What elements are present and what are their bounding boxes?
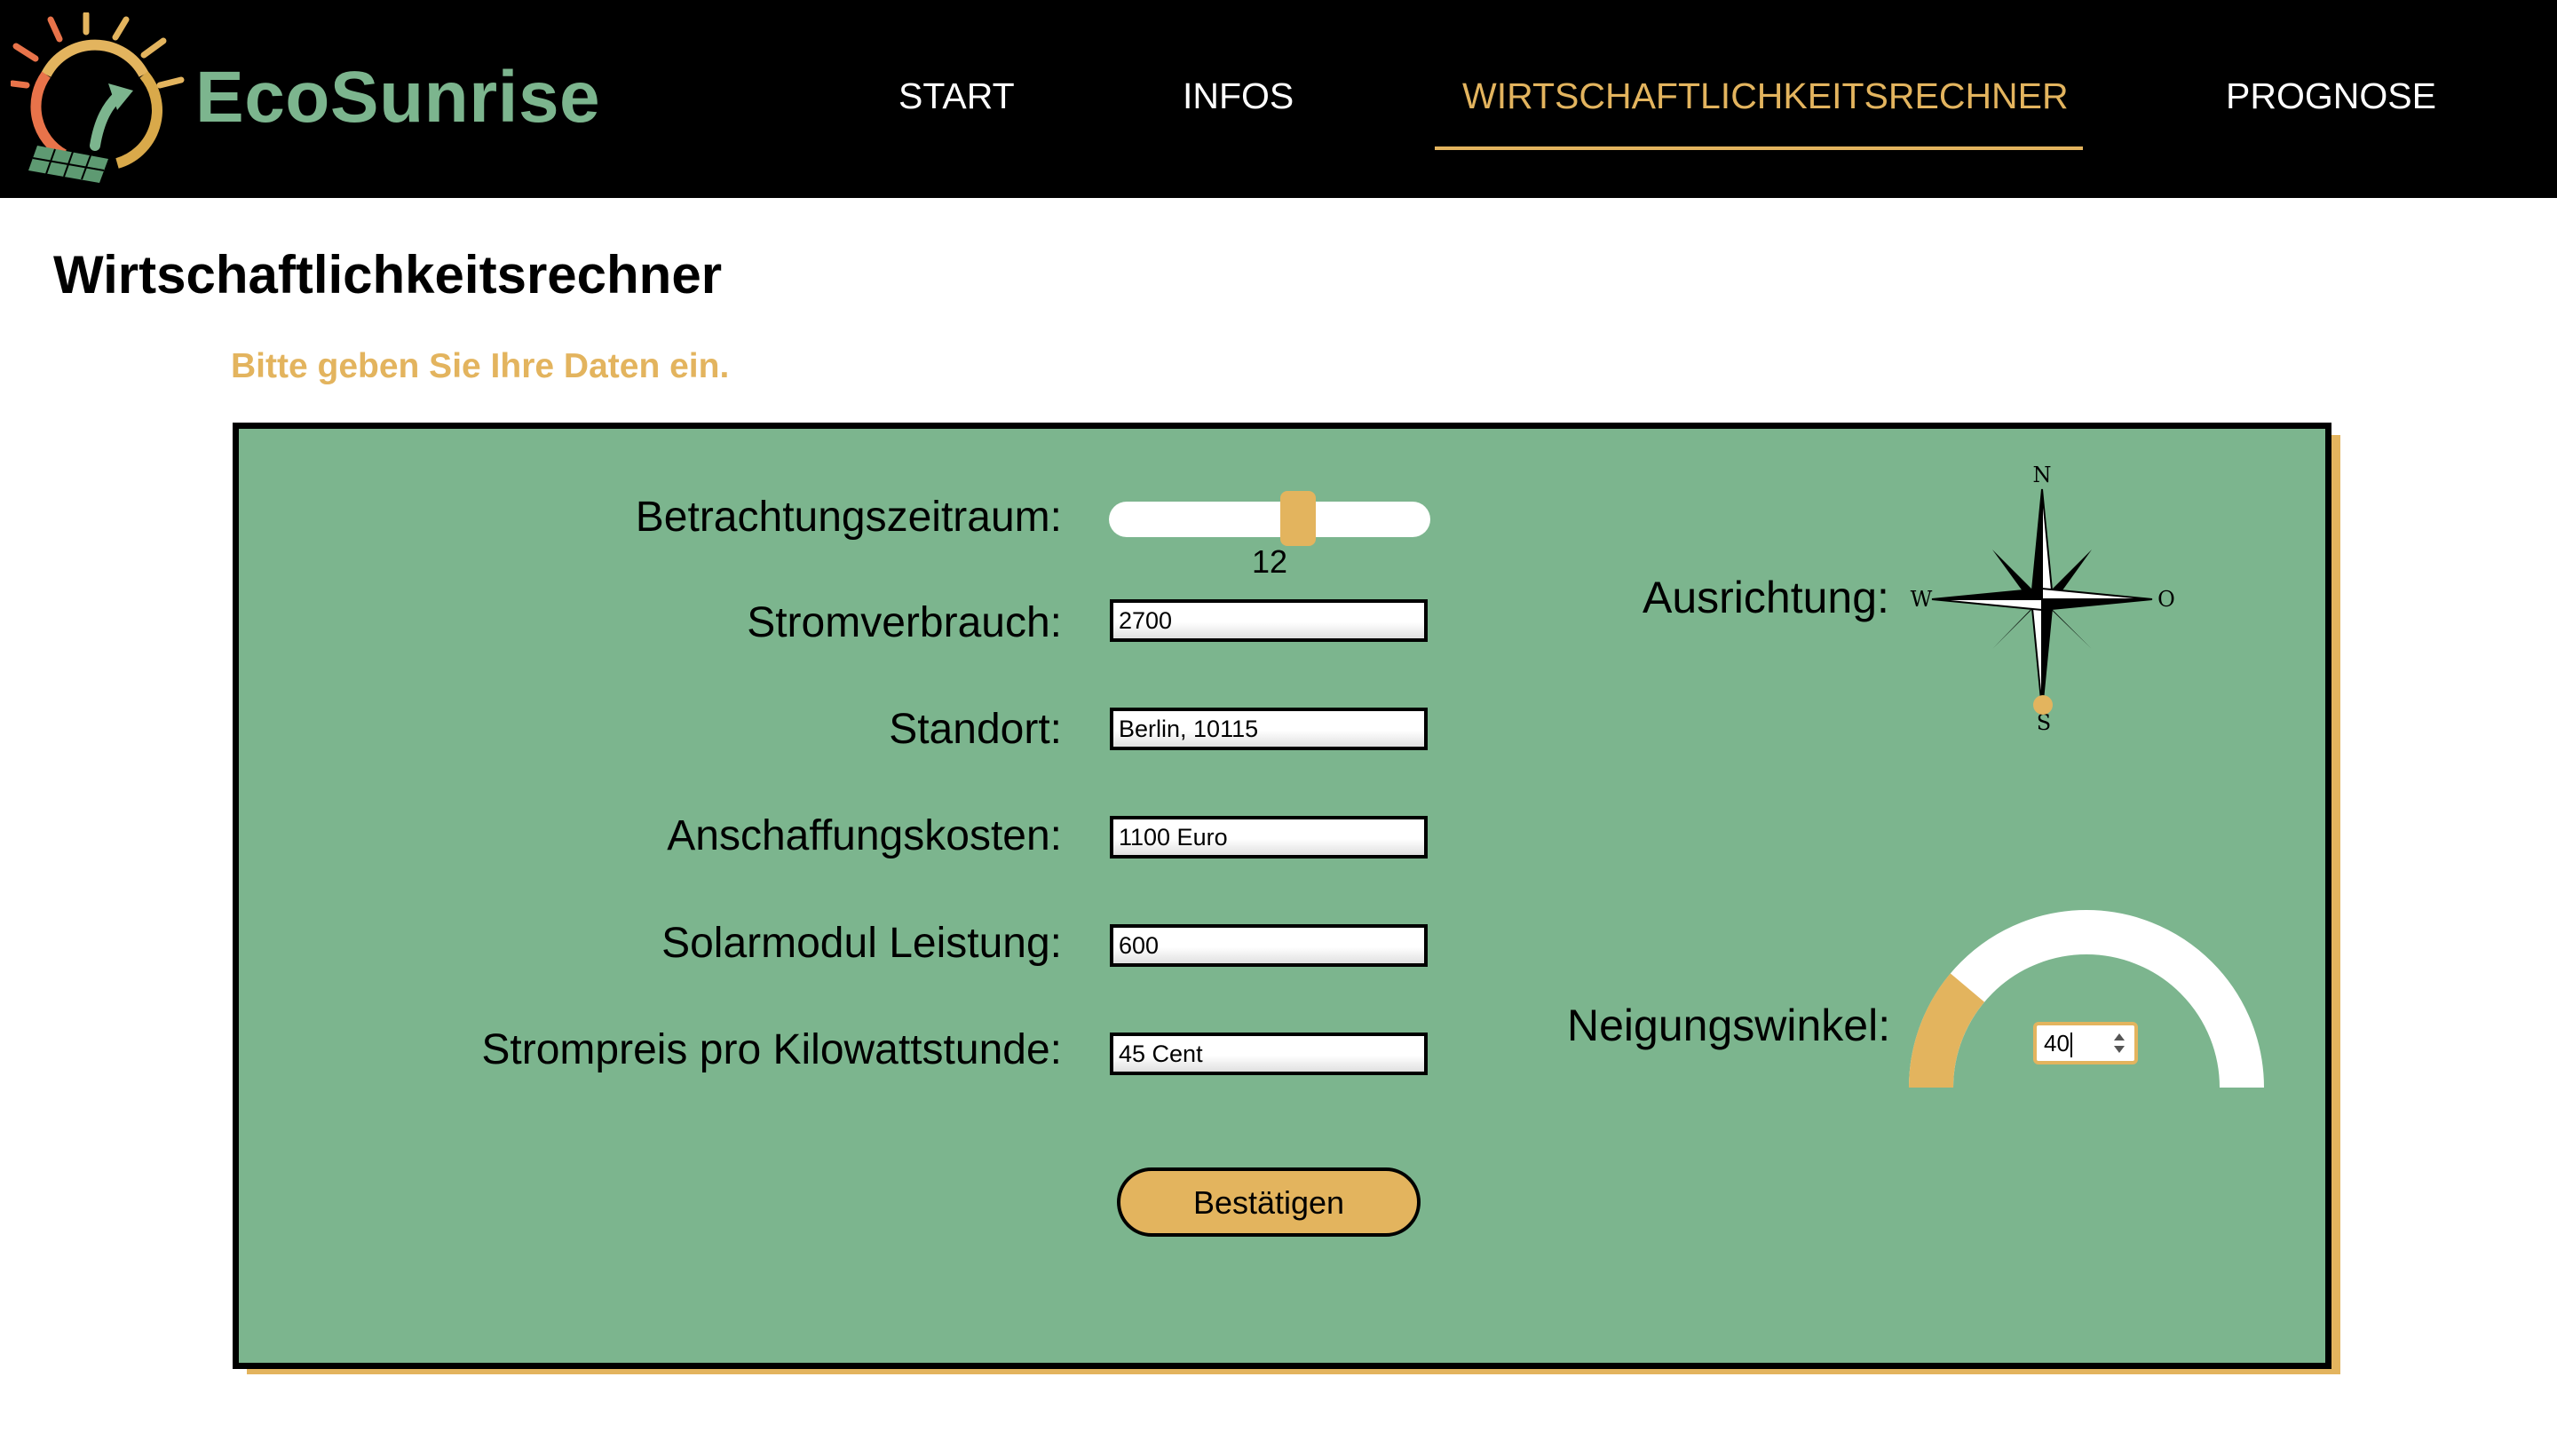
compass-rose-icon[interactable]: N W O S — [1900, 457, 2184, 741]
power-label: Solarmodul Leistung: — [661, 920, 1062, 967]
period-slider-thumb[interactable] — [1280, 491, 1317, 546]
confirm-button[interactable]: Bestätigen — [1117, 1167, 1421, 1237]
cost-label: Anschaffungskosten: — [667, 812, 1062, 859]
page-title: Wirtschaftlichkeitsrechner — [53, 245, 723, 305]
consumption-label: Stromverbrauch: — [747, 599, 1062, 646]
nav-wirtschaftlichkeitsrechner[interactable]: WIRTSCHAFTLICHKEITSRECHNER — [1462, 71, 2069, 121]
compass-o-label: O — [2157, 587, 2175, 612]
tilt-gauge-fill — [1908, 973, 1985, 1088]
consumption-input[interactable] — [1110, 599, 1428, 642]
price-label: Strompreis pro Kilowattstunde: — [481, 1026, 1062, 1073]
location-input[interactable] — [1110, 708, 1428, 750]
location-label: Standort: — [889, 706, 1062, 753]
nav-start[interactable]: START — [899, 71, 1015, 121]
active-nav-underline — [1435, 146, 2083, 150]
tilt-angle-input[interactable]: 40 — [2033, 1022, 2138, 1064]
logo-sun-icon[interactable] — [11, 12, 188, 190]
top-navbar: EcoSunrise START INFOS WIRTSCHAFTLICHKEI… — [0, 0, 2557, 198]
power-input[interactable] — [1110, 924, 1428, 967]
page-subtitle: Bitte geben Sie Ihre Daten ein. — [231, 347, 730, 385]
period-slider[interactable] — [1109, 502, 1430, 537]
period-value: 12 — [1251, 543, 1288, 580]
brand-name[interactable]: EcoSunrise — [195, 53, 600, 142]
orientation-marker[interactable] — [2033, 695, 2053, 715]
period-label: Betrachtungszeitraum: — [635, 494, 1062, 541]
spinner-arrows-icon[interactable] — [2111, 1031, 2127, 1056]
compass-w-label: W — [1911, 587, 1933, 612]
nav-infos[interactable]: INFOS — [1183, 71, 1294, 121]
tilt-angle-value: 40 — [2044, 1030, 2070, 1056]
tilt-label: Neigungswinkel: — [1567, 1001, 1891, 1050]
orientation-label: Ausrichtung: — [1643, 573, 1889, 622]
price-input[interactable] — [1110, 1033, 1428, 1075]
nav-prognose[interactable]: PROGNOSE — [2226, 71, 2436, 121]
text-cursor — [2070, 1033, 2072, 1058]
compass-n-label: N — [2033, 463, 2052, 487]
cost-input[interactable] — [1110, 816, 1428, 859]
